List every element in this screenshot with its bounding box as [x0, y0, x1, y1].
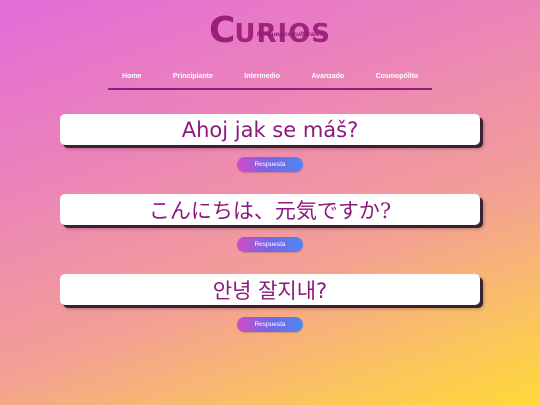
answer-button[interactable]: Respuesta — [237, 237, 303, 252]
question-text: Ahoj jak se máš? — [181, 117, 359, 142]
question-text: 안녕 잘지내? — [212, 278, 328, 303]
nav-item-intermedio[interactable]: Intermedio — [244, 68, 280, 80]
question-card-czech: Ahoj jak se máš? — [60, 114, 480, 145]
question-card-japanese: こんにちは、元気ですか? — [60, 194, 480, 225]
logo-subtitle: Minijuegos culturales — [256, 31, 324, 38]
answer-button[interactable]: Respuesta — [237, 317, 303, 332]
main-nav: Home Principiante Intermedio Avanzado Co… — [108, 68, 432, 90]
nav-item-home[interactable]: Home — [122, 68, 141, 80]
answer-button[interactable]: Respuesta — [237, 157, 303, 172]
nav-item-cosmopolita[interactable]: Cosmopólita — [376, 68, 418, 80]
nav-item-avanzado[interactable]: Avanzado — [311, 68, 344, 80]
nav-item-principiante[interactable]: Principiante — [173, 68, 213, 80]
question-text: こんにちは、元気ですか? — [148, 198, 392, 223]
question-card-korean: 안녕 잘지내? — [60, 274, 480, 305]
